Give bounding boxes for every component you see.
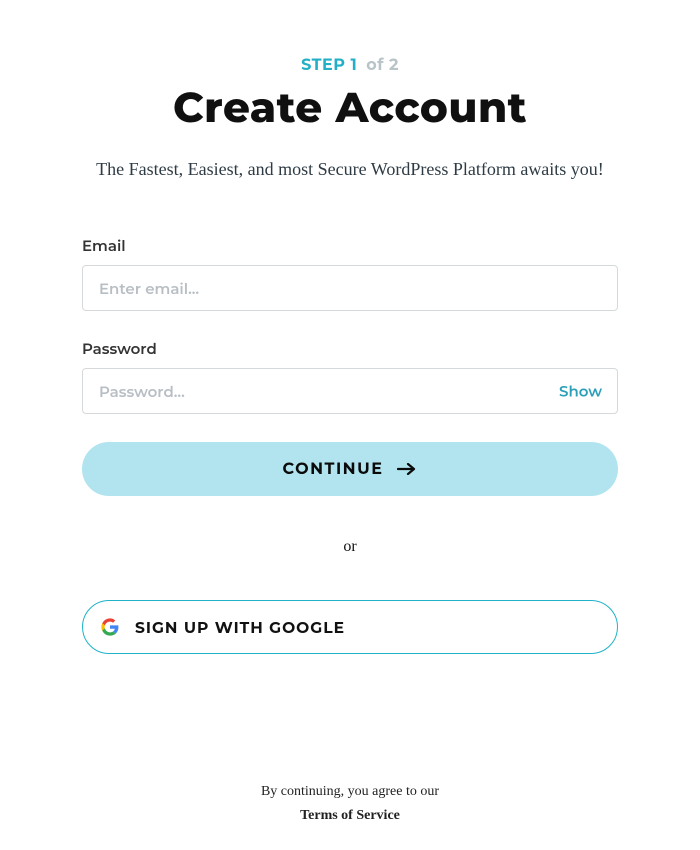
terms-of-service-link[interactable]: Terms of Service <box>0 808 700 824</box>
step-current: STEP 1 <box>301 56 357 75</box>
or-separator: or <box>82 538 618 556</box>
show-password-toggle[interactable]: Show <box>559 382 602 401</box>
password-input-wrap: Show <box>82 368 618 414</box>
email-label: Email <box>82 236 618 255</box>
page-subtitle: The Fastest, Easiest, and most Secure Wo… <box>96 159 604 180</box>
signup-page: STEP 1 of 2 Create Account The Fastest, … <box>0 0 700 850</box>
email-input-wrap <box>82 265 618 311</box>
legal-text: By continuing, you agree to our <box>261 784 439 799</box>
google-signup-button[interactable]: SIGN UP WITH GOOGLE <box>82 600 618 654</box>
continue-label: CONTINUE <box>283 460 384 479</box>
step-total: of 2 <box>366 56 399 75</box>
page-title: Create Account <box>173 81 527 133</box>
email-field[interactable] <box>82 265 618 311</box>
password-label: Password <box>82 339 618 358</box>
password-field[interactable] <box>82 368 618 414</box>
google-icon <box>101 618 119 636</box>
signup-form: Email Password Show CONTINUE <box>82 236 618 496</box>
continue-button[interactable]: CONTINUE <box>82 442 618 496</box>
google-signup-label: SIGN UP WITH GOOGLE <box>135 618 345 637</box>
legal-footer: By continuing, you agree to our Terms of… <box>0 784 700 824</box>
step-indicator: STEP 1 of 2 <box>301 56 399 75</box>
arrow-right-icon <box>397 463 417 475</box>
